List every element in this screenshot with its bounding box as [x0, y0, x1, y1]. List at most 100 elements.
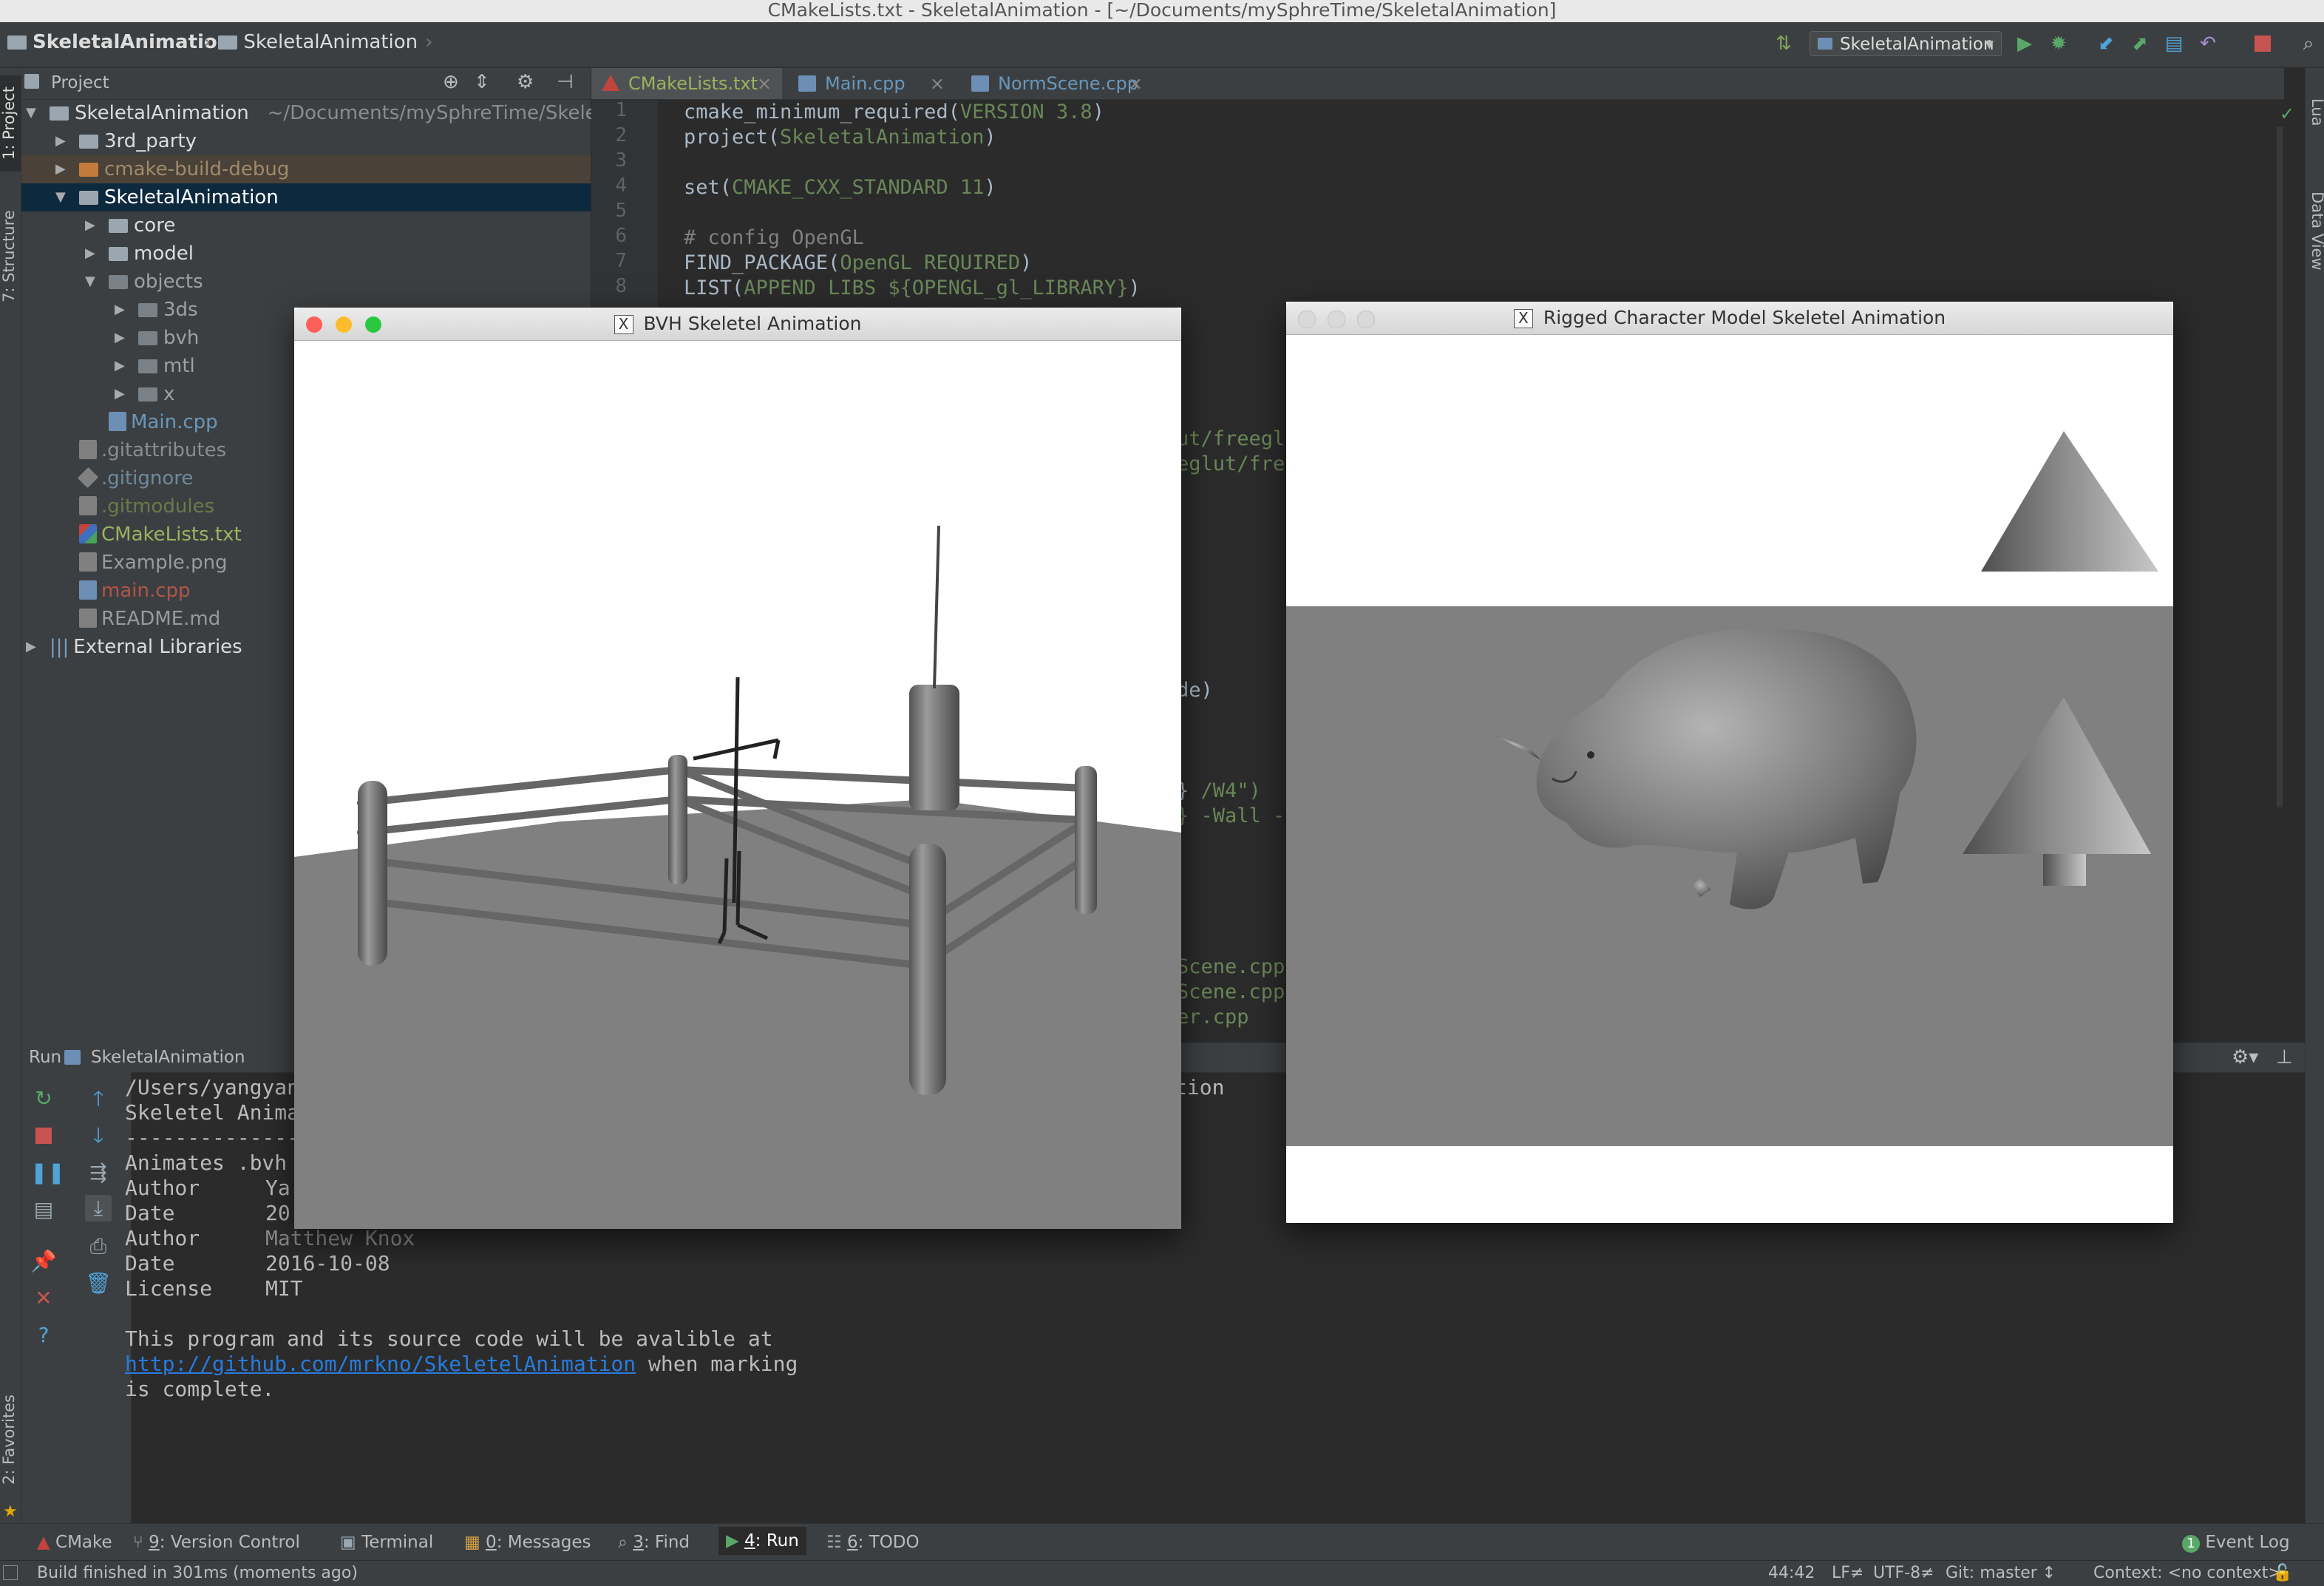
toggle-panels-icon[interactable] — [3, 1565, 18, 1580]
target-icon[interactable]: ⊕ — [443, 71, 459, 93]
tab-main-cpp[interactable]: Main.cpp × — [788, 68, 955, 99]
gear-icon[interactable]: ⚙▾ — [2232, 1043, 2258, 1072]
help-icon[interactable]: ? — [30, 1322, 57, 1349]
search-icon[interactable]: ⌕ — [2297, 33, 2320, 55]
tool-cmake[interactable]: ▲ CMake — [37, 1533, 112, 1552]
tool-find[interactable]: ⌕ 3: Find — [618, 1533, 690, 1552]
stop-icon[interactable] — [2252, 33, 2274, 55]
breadcrumb-root[interactable]: SkeletalAnimation — [7, 31, 231, 53]
scroll-to-end-icon[interactable]: ⤓ — [85, 1195, 112, 1221]
close-window-button[interactable] — [306, 316, 322, 333]
hide-icon[interactable]: ⊥ — [2276, 1043, 2293, 1072]
x11-icon: X — [1513, 309, 1533, 328]
bvh-window-title: BVH Skeletel Animation — [643, 313, 862, 334]
tree-item-model[interactable]: ▶ model — [21, 240, 591, 268]
collapse-icon[interactable]: ⇕ — [474, 71, 490, 93]
cmake-icon — [602, 75, 619, 91]
rigged-window-titlebar[interactable]: X Rigged Character Model Skeletel Animati… — [1286, 302, 2173, 335]
tree-item-core[interactable]: ▶ core — [21, 211, 591, 240]
file-encoding[interactable]: UTF-8≠ — [1873, 1564, 1934, 1582]
zoom-window-button[interactable] — [1357, 311, 1375, 328]
tab-lua[interactable]: Lua — [2306, 83, 2324, 142]
console-line: Author — [125, 1226, 200, 1250]
revert-icon[interactable]: ↶ — [2197, 33, 2219, 55]
cursor-position[interactable]: 44:42 — [1768, 1564, 1815, 1582]
folder-icon — [138, 359, 157, 373]
folder-icon — [7, 35, 27, 50]
tab-project[interactable]: 1: Project — [0, 75, 21, 172]
status-bar: Build finished in 301ms (moments ago) 44… — [0, 1560, 2324, 1586]
breadcrumb-module[interactable]: › SkeletalAnimation › — [203, 31, 433, 53]
bvh-window-titlebar[interactable]: X BVH Skeletel Animation — [294, 308, 1181, 341]
git-branch[interactable]: Git: master ↕ — [1946, 1564, 2056, 1582]
trash-icon[interactable]: 🗑 — [85, 1270, 112, 1297]
run-icon[interactable]: ▶ — [2014, 33, 2036, 55]
debug-icon[interactable]: ✹ — [2048, 33, 2070, 55]
tree-item-root[interactable]: ▼ SkeletalAnimation ~/Documents/mySphreT… — [21, 99, 622, 127]
vcs-commit-icon[interactable]: ⬈ — [2129, 33, 2151, 55]
close-icon[interactable]: × — [757, 68, 772, 99]
close-window-button[interactable] — [1298, 311, 1316, 328]
cpp-file-icon — [798, 75, 816, 92]
tree-item-objects[interactable]: ▼ objects — [21, 268, 591, 296]
console-line: This program and its source code will be… — [125, 1326, 773, 1351]
folder-icon — [109, 247, 128, 261]
tool-run[interactable]: ▶ 4: Run — [718, 1527, 806, 1555]
close-icon[interactable]: × — [930, 68, 945, 99]
tool-event-log[interactable]: 1 Event Log — [2182, 1533, 2290, 1553]
minimize-window-button[interactable] — [1328, 311, 1345, 328]
pause-icon[interactable]: ❚❚ — [30, 1159, 65, 1186]
pin-icon[interactable]: 📌 — [30, 1248, 57, 1275]
tree-item-3rd-party[interactable]: ▶ 3rd_party — [21, 127, 591, 155]
line-separator[interactable]: LF≠ — [1832, 1564, 1863, 1582]
tool-terminal[interactable]: ▣ Terminal — [340, 1533, 433, 1552]
line-number: 6 — [615, 225, 627, 247]
tool-messages[interactable]: ▦ 0: Messages — [464, 1533, 591, 1552]
hide-icon[interactable]: ⊣ — [557, 71, 574, 93]
run-config-select[interactable]: SkeletalAnimation ▾ — [1810, 31, 2002, 56]
folder-icon — [79, 191, 98, 205]
bvh-scene-viewport[interactable] — [294, 341, 1181, 1229]
folder-icon — [79, 135, 98, 149]
tab-favorites[interactable]: 2: Favorites — [0, 1384, 21, 1495]
config-icon — [64, 1050, 81, 1065]
tree-item-cmake-build-debug[interactable]: ▶ cmake-build-debug — [21, 155, 591, 183]
tree-item-skeletalanimation[interactable]: ▼ SkeletalAnimation — [21, 183, 591, 211]
close-icon[interactable]: × — [1128, 68, 1143, 99]
vcs-update-icon[interactable]: ⬋ — [2095, 33, 2117, 55]
context-selector[interactable]: Context: <no context> — [2093, 1564, 2282, 1582]
tab-data-view[interactable]: Data View — [2306, 172, 2324, 290]
window-title-bar: CMakeLists.txt - SkeletalAnimation - [~/… — [0, 0, 2324, 22]
rigged-scene-viewport[interactable] — [1286, 335, 2173, 1223]
lock-icon[interactable]: 🔓 — [2272, 1564, 2292, 1582]
tab-normscene-cpp[interactable]: NormScene.cpp × — [961, 68, 1153, 99]
compare-icon[interactable]: ▤ — [2163, 33, 2185, 55]
editor-scrollbar[interactable] — [2277, 127, 2283, 807]
config-icon — [1818, 38, 1832, 50]
console-line: is complete. — [125, 1377, 275, 1401]
code-line-8: LIST(APPEND LIBS ${OPENGL_gl_LIBRARY}) — [684, 277, 1141, 299]
dump-threads-icon[interactable]: ▤ — [30, 1196, 57, 1223]
rigged-window-title: Rigged Character Model Skeletel Animatio… — [1543, 307, 1946, 328]
console-line: tion — [1175, 1075, 1225, 1099]
stop-icon[interactable] — [30, 1122, 57, 1149]
run-panel-title: Run — [29, 1048, 62, 1067]
soft-wrap-icon[interactable]: ⇶ — [85, 1159, 112, 1186]
tab-structure[interactable]: 7: Structure — [0, 201, 21, 312]
rerun-icon[interactable]: ↻ — [30, 1085, 57, 1112]
print-icon[interactable]: ⎙ — [85, 1233, 112, 1260]
tool-todo[interactable]: ☷ 6: TODO — [826, 1533, 920, 1552]
github-link[interactable]: http://github.com/mrkno/SkeletelAnimatio… — [125, 1352, 636, 1376]
arrow-up-icon[interactable]: 🡑 — [85, 1085, 112, 1112]
run-config-name[interactable]: SkeletalAnimation — [91, 1043, 245, 1072]
gear-icon[interactable]: ⚙ — [517, 71, 534, 93]
console-line: Matthew Knox — [265, 1226, 415, 1250]
tool-version-control[interactable]: ⑂ 9: Version Control — [133, 1533, 300, 1552]
close-icon[interactable]: ✕ — [30, 1285, 57, 1312]
build-icon[interactable]: ⇅ — [1773, 33, 1795, 55]
minimize-window-button[interactable] — [336, 316, 352, 333]
tab-cmakelists[interactable]: CMakeLists.txt × — [591, 68, 782, 99]
arrow-down-icon[interactable]: 🡓 — [85, 1122, 112, 1149]
zoom-window-button[interactable] — [365, 316, 381, 333]
line-number: 3 — [615, 149, 627, 172]
